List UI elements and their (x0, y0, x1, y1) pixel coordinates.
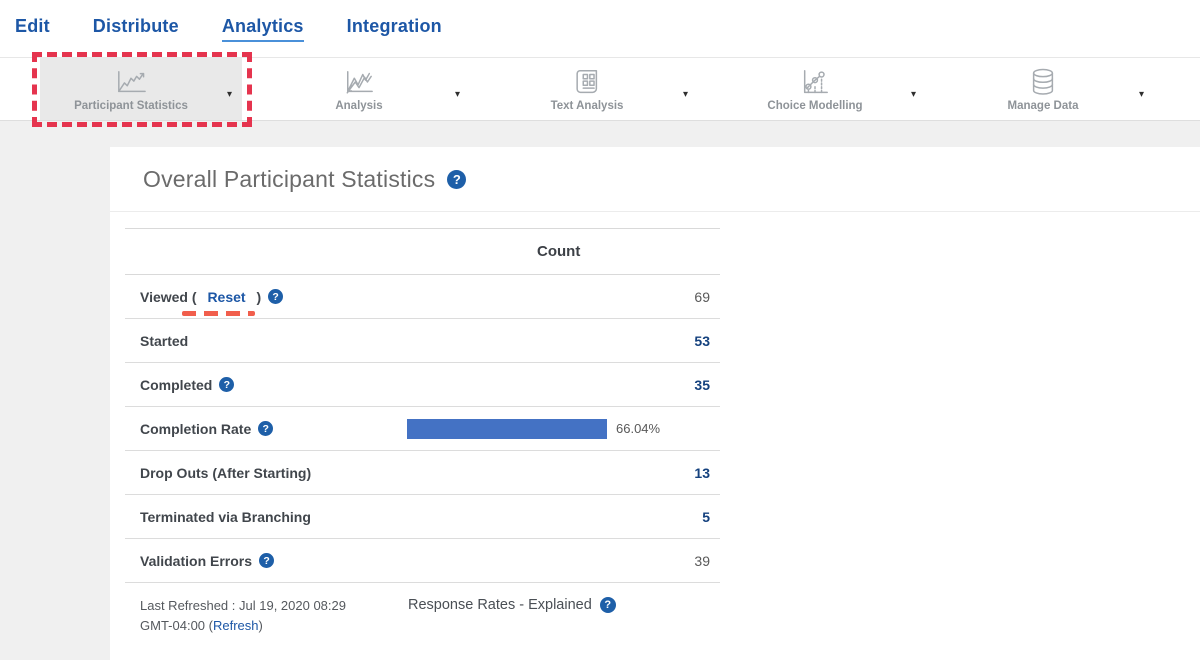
last-refreshed-line2-prefix: GMT-04:00 ( (140, 618, 213, 633)
completion-rate-percent: 66.04% (616, 421, 660, 436)
statistics-table: Count Viewed ( Reset ) ? 69 Started 53 C… (125, 228, 720, 636)
count-value[interactable]: 35 (694, 377, 710, 393)
count-column-header: Count (537, 243, 580, 260)
tool-analysis[interactable]: Analysis ▾ (268, 58, 470, 120)
participant-statistics-chart-icon (111, 67, 151, 97)
reset-link[interactable]: Reset (207, 289, 245, 305)
table-row-terminated: Terminated via Branching 5 (125, 495, 720, 539)
tool-label: Participant Statistics (74, 100, 188, 112)
chevron-down-icon[interactable]: ▾ (455, 90, 460, 100)
page-title: Overall Participant Statistics (143, 166, 435, 193)
refresh-link[interactable]: Refresh (213, 618, 259, 633)
table-footer: Last Refreshed : Jul 19, 2020 08:29 GMT-… (125, 596, 720, 636)
row-label: Terminated via Branching (140, 509, 311, 525)
count-value[interactable]: 5 (702, 509, 710, 525)
row-label: Validation Errors ? (140, 553, 274, 569)
last-refreshed-line1: Last Refreshed : Jul 19, 2020 08:29 (140, 598, 346, 613)
chevron-down-icon[interactable]: ▾ (683, 90, 688, 100)
completion-rate-bar-cell: 66.04% (407, 407, 660, 450)
help-icon[interactable]: ? (259, 553, 274, 568)
tool-text-analysis[interactable]: Text Analysis ▾ (496, 58, 698, 120)
content-background: Overall Participant Statistics ? Count V… (0, 121, 1200, 660)
row-label: Completion Rate ? (140, 421, 273, 437)
choice-modelling-scatter-icon (795, 67, 835, 97)
count-value[interactable]: 13 (694, 465, 710, 481)
analysis-chart-icon (339, 67, 379, 97)
response-rates-label: Response Rates - Explained (408, 597, 592, 613)
table-row-completion-rate: Completion Rate ? 66.04% (125, 407, 720, 451)
row-label: Completed ? (140, 377, 234, 393)
tool-label: Choice Modelling (767, 100, 862, 112)
participant-statistics-card: Overall Participant Statistics ? Count V… (110, 147, 1200, 660)
nav-item-distribute[interactable]: Distribute (93, 16, 179, 42)
count-value: 69 (694, 289, 710, 305)
row-label-text: Validation Errors (140, 553, 252, 569)
table-row-started: Started 53 (125, 319, 720, 363)
card-header: Overall Participant Statistics ? (110, 147, 1200, 212)
response-rates-explained: Response Rates - Explained ? (408, 597, 616, 613)
nav-item-integration[interactable]: Integration (347, 16, 442, 42)
top-nav: Edit Distribute Analytics Integration (0, 0, 1200, 57)
last-refreshed-line2-suffix: ) (259, 618, 263, 633)
row-label-text: Completion Rate (140, 421, 251, 437)
row-label-text: ) (253, 289, 262, 305)
chevron-down-icon[interactable]: ▾ (1139, 90, 1144, 100)
row-label-text: Viewed ( (140, 289, 200, 305)
text-analysis-newspaper-icon (567, 67, 607, 97)
table-header-row: Count (125, 228, 720, 275)
help-icon[interactable]: ? (258, 421, 273, 436)
completion-rate-bar (407, 419, 607, 439)
count-value[interactable]: 53 (694, 333, 710, 349)
tool-participant-statistics[interactable]: Participant Statistics ▾ (40, 58, 242, 120)
table-row-completed: Completed ? 35 (125, 363, 720, 407)
chevron-down-icon[interactable]: ▾ (911, 90, 916, 100)
chevron-down-icon[interactable]: ▾ (227, 90, 232, 100)
annotation-dashed-underline (182, 311, 255, 316)
nav-item-analytics[interactable]: Analytics (222, 16, 304, 42)
database-icon (1023, 67, 1063, 97)
row-label-text: Completed (140, 377, 212, 393)
help-icon[interactable]: ? (268, 289, 283, 304)
help-icon[interactable]: ? (600, 597, 616, 613)
count-value: 39 (694, 553, 710, 569)
row-label: Viewed ( Reset ) ? (140, 289, 283, 305)
help-icon[interactable]: ? (447, 170, 466, 189)
help-icon[interactable]: ? (219, 377, 234, 392)
nav-item-edit[interactable]: Edit (15, 16, 50, 42)
tool-label: Manage Data (1008, 100, 1079, 112)
row-label: Drop Outs (After Starting) (140, 465, 311, 481)
analytics-toolbar: Participant Statistics ▾ Analysis ▾ (0, 57, 1200, 121)
row-label: Started (140, 333, 188, 349)
last-refreshed-text: Last Refreshed : Jul 19, 2020 08:29 GMT-… (140, 596, 408, 636)
tool-choice-modelling[interactable]: Choice Modelling ▾ (724, 58, 926, 120)
table-row-drop-outs: Drop Outs (After Starting) 13 (125, 451, 720, 495)
tool-label: Text Analysis (551, 100, 624, 112)
tool-label: Analysis (335, 100, 382, 112)
tool-manage-data[interactable]: Manage Data ▾ (952, 58, 1154, 120)
table-row-viewed: Viewed ( Reset ) ? 69 (125, 275, 720, 319)
table-row-validation-errors: Validation Errors ? 39 (125, 539, 720, 583)
